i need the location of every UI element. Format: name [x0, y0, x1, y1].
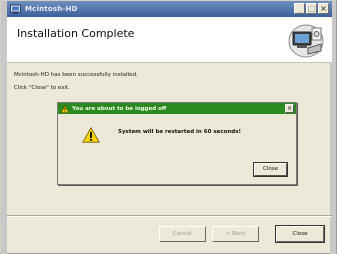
logoff-dialog: You are about to be logged off × System … — [57, 102, 297, 185]
dialog-title: You are about to be logged off — [72, 105, 167, 112]
footer-divider — [7, 215, 332, 217]
header-panel: Installation Complete — [7, 17, 332, 63]
minimize-button[interactable]: _ — [294, 3, 305, 14]
dialog-close-icon[interactable]: × — [285, 104, 294, 113]
success-message: Mcintosh-HD has been successfully instal… — [14, 72, 138, 78]
dialog-close-button[interactable]: Close — [253, 162, 288, 177]
window-close-button[interactable]: × — [318, 3, 329, 14]
window-title: Mcintosh-HD — [25, 5, 78, 13]
title-bar[interactable]: Mcintosh-HD _ □ × — [7, 1, 332, 17]
installer-app-icon — [10, 4, 21, 14]
cancel-button[interactable]: Cancel — [159, 226, 206, 242]
close-button[interactable]: Close — [275, 225, 325, 243]
warning-icon — [82, 127, 100, 143]
installer-window: Mcintosh-HD _ □ × Installation Complete … — [0, 0, 337, 254]
page-title: Installation Complete — [17, 27, 135, 40]
back-button[interactable]: < Back — [212, 226, 259, 242]
computer-setup-icon — [288, 24, 324, 58]
exit-instruction: Click "Close" to exit. — [14, 85, 70, 91]
warning-icon — [61, 104, 69, 113]
dialog-title-bar[interactable]: You are about to be logged off × — [58, 103, 296, 114]
dialog-message: System will be restarted in 60 seconds! — [118, 129, 242, 135]
window-controls: _ □ × — [294, 3, 329, 14]
maximize-button[interactable]: □ — [306, 3, 317, 14]
